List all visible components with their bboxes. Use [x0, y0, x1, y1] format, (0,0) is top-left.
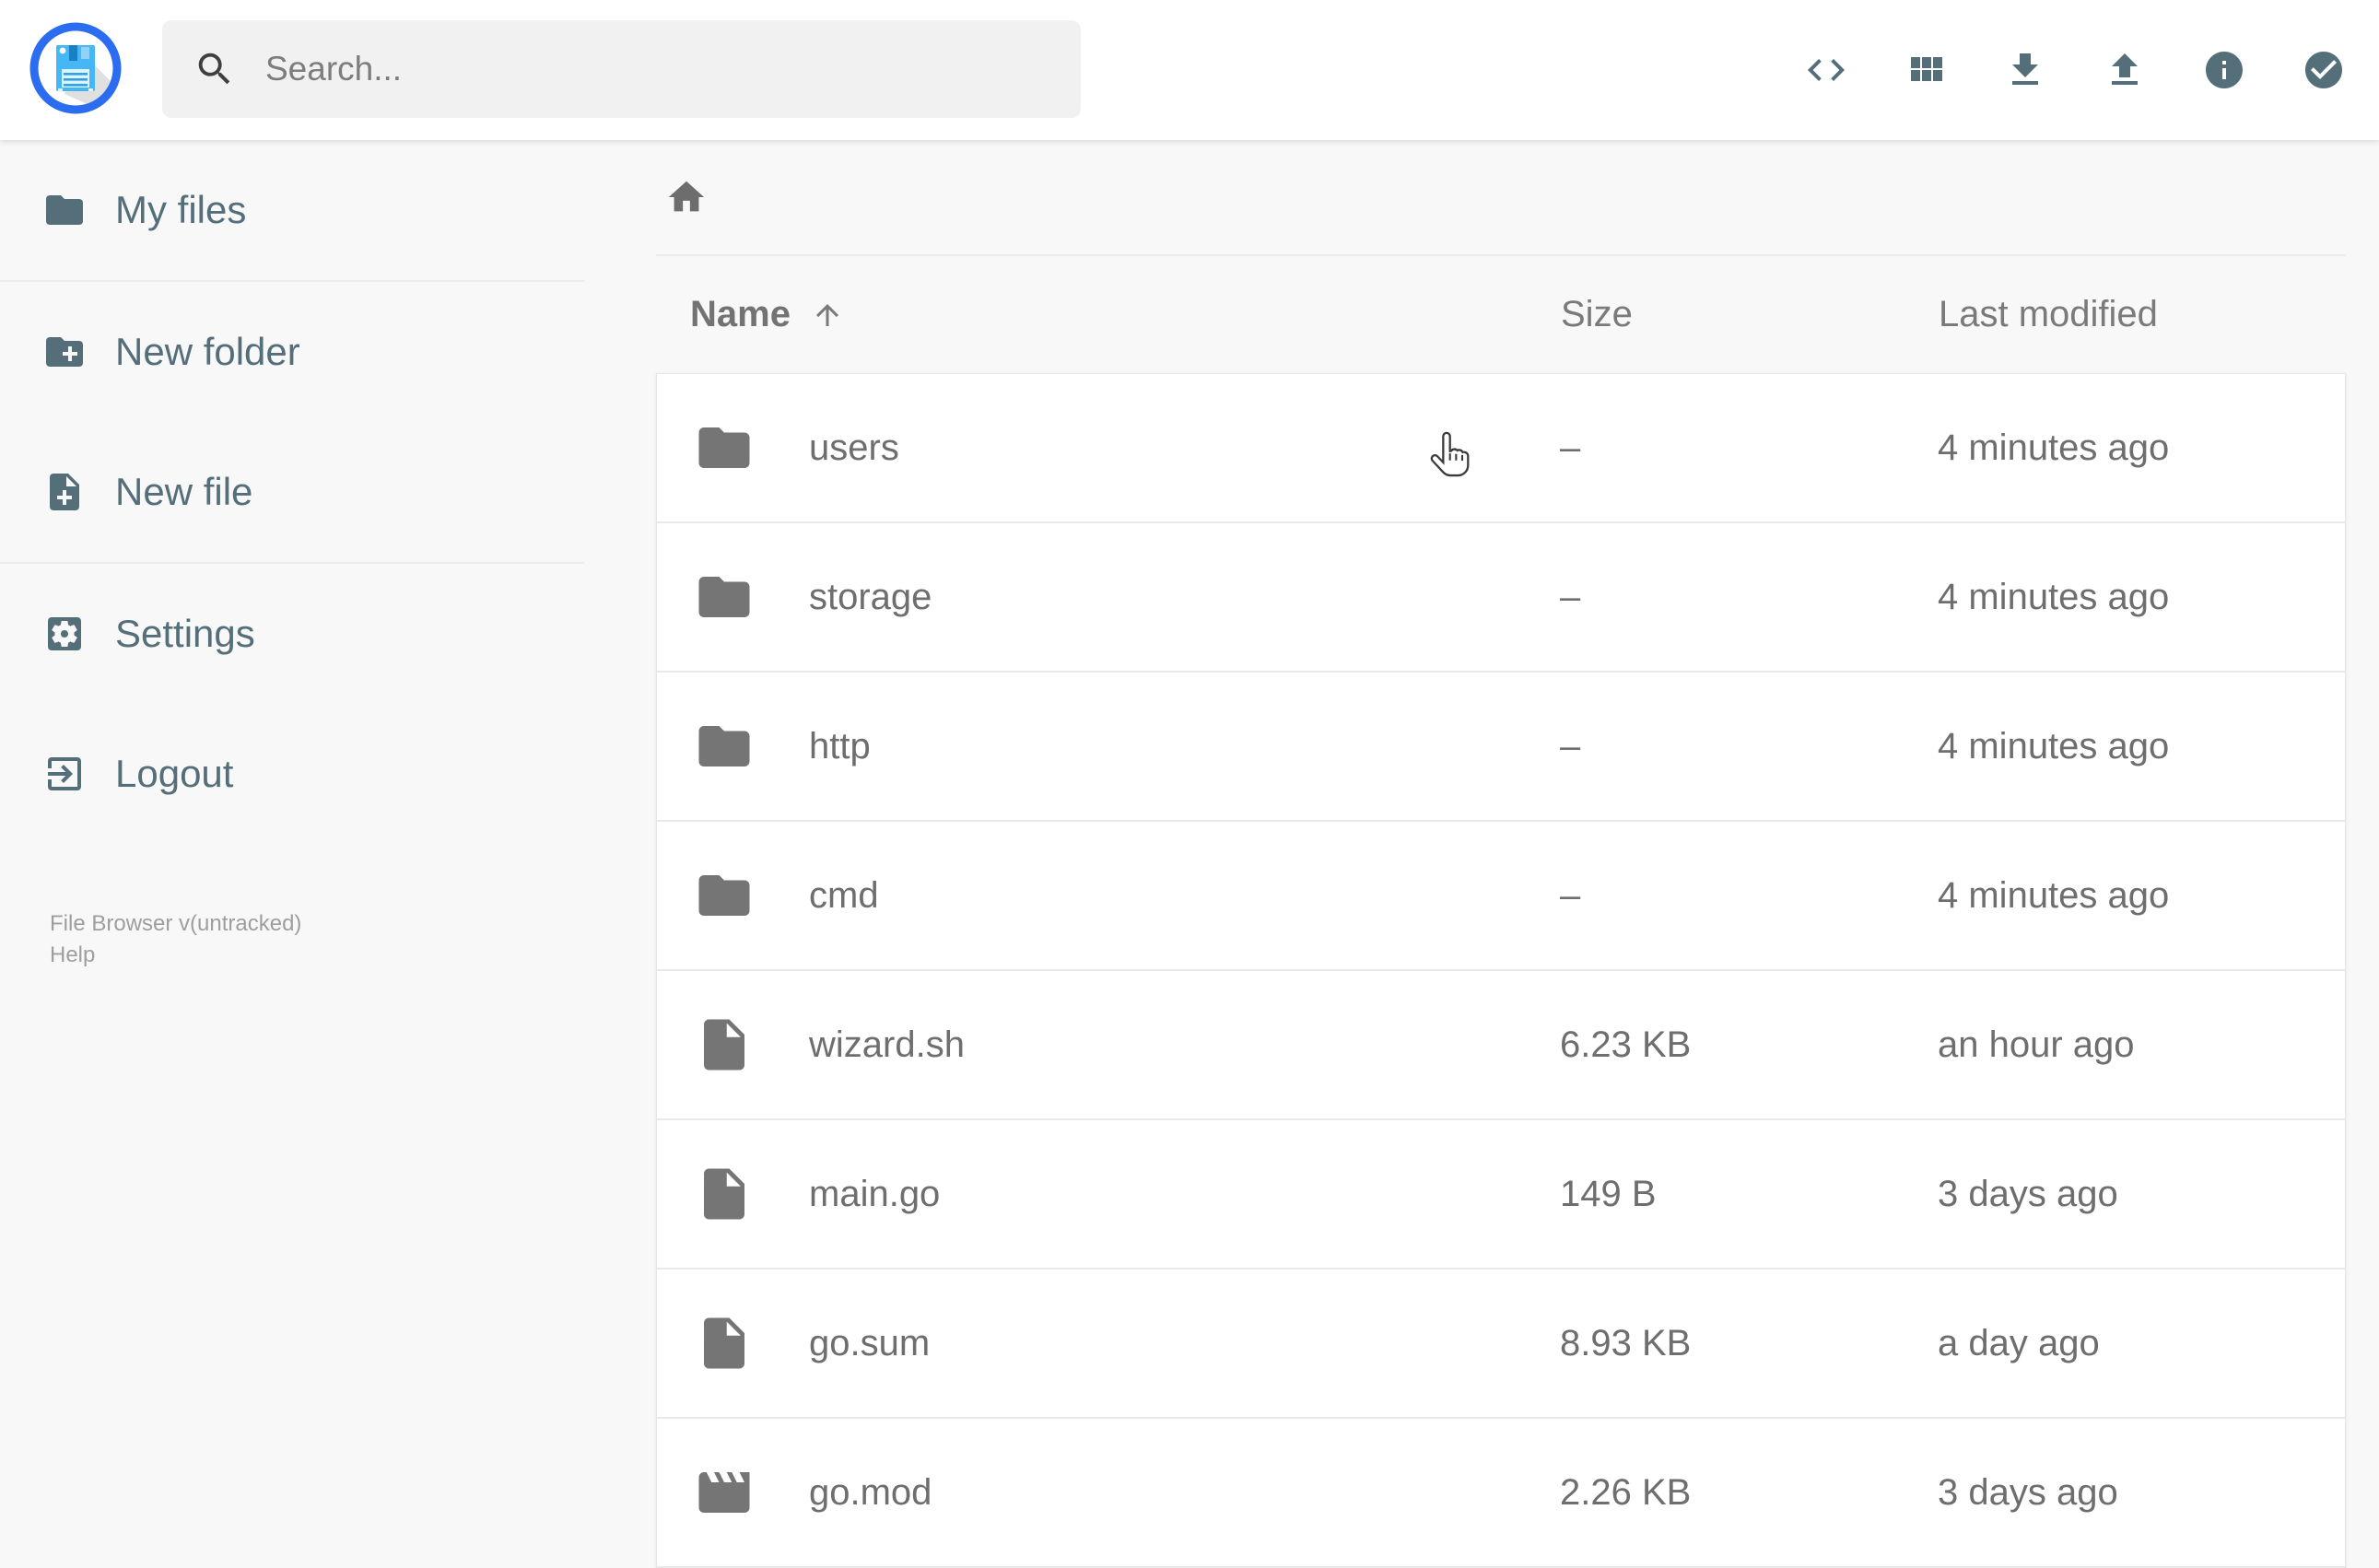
- file-name: http: [809, 725, 871, 766]
- search-icon: [198, 53, 230, 85]
- search-box[interactable]: [162, 20, 1081, 118]
- sidebar-item-label: My files: [115, 188, 247, 231]
- check-circle-icon[interactable]: [2302, 48, 2346, 92]
- file-name: cmd: [809, 874, 879, 916]
- folder-icon: [698, 577, 750, 617]
- file-modified: 4 minutes ago: [1938, 427, 2170, 468]
- file-name: storage: [809, 576, 932, 617]
- file-size: 6.23 KB: [1560, 1024, 1692, 1065]
- breadcrumb: [656, 140, 2346, 256]
- sidebar-item-new-file[interactable]: New file: [0, 422, 584, 562]
- file-browser-logo[interactable]: [28, 20, 123, 116]
- download-icon[interactable]: [2003, 48, 2047, 92]
- column-header-modified[interactable]: Last modified: [1939, 294, 2158, 334]
- file-name: wizard.sh: [809, 1024, 965, 1065]
- home-icon[interactable]: [665, 176, 708, 218]
- file-modified: a day ago: [1938, 1322, 2100, 1363]
- sidebar: My files New folder New file Settings Lo…: [0, 140, 584, 1529]
- folder-row-http[interactable]: http – 4 minutes ago: [657, 673, 2345, 822]
- file-size: –: [1560, 427, 1581, 468]
- file-name: main.go: [809, 1173, 941, 1214]
- file-icon: [704, 1317, 744, 1369]
- file-size: 2.26 KB: [1560, 1471, 1692, 1513]
- folder-icon: [698, 726, 750, 766]
- help-link[interactable]: Help: [50, 940, 584, 971]
- folder-icon: [698, 875, 750, 916]
- file-size: –: [1560, 874, 1581, 916]
- settings-icon: [48, 617, 81, 650]
- folder-row-users[interactable]: users – 4 minutes ago: [657, 374, 2345, 523]
- sort-ascending-icon[interactable]: [811, 298, 844, 332]
- file-size: 149 B: [1560, 1173, 1657, 1214]
- top-bar: [0, 0, 2379, 140]
- sidebar-item-new-folder[interactable]: New folder: [0, 282, 584, 422]
- list-header: Name Size Last modified: [656, 256, 2346, 373]
- sidebar-item-label: New file: [115, 470, 253, 513]
- file-row-wizard.sh[interactable]: wizard.sh 6.23 KB an hour ago: [657, 971, 2345, 1120]
- column-header-size[interactable]: Size: [1561, 294, 1633, 334]
- app-version: File Browser v(untracked): [50, 911, 302, 936]
- folder-row-storage[interactable]: storage – 4 minutes ago: [657, 523, 2345, 673]
- file-size: –: [1560, 725, 1581, 766]
- file-modified: 4 minutes ago: [1938, 874, 2170, 916]
- create-new-folder-icon: [46, 337, 83, 367]
- file-list: users – 4 minutes ago storage – 4 minutes ago…: [656, 373, 2346, 1568]
- file-size: 8.93 KB: [1560, 1322, 1692, 1363]
- file-row-go.mod[interactable]: go.mod 2.26 KB 3 days ago: [657, 1419, 2345, 1568]
- file-modified: 3 days ago: [1938, 1471, 2118, 1513]
- file-name: go.sum: [809, 1322, 931, 1363]
- sidebar-item-settings[interactable]: Settings: [0, 564, 584, 704]
- file-icon: [704, 1168, 744, 1220]
- file-modified: 4 minutes ago: [1938, 576, 2170, 617]
- file-row-main.go[interactable]: main.go 149 B 3 days ago: [657, 1120, 2345, 1270]
- code-icon[interactable]: [1804, 48, 1848, 92]
- sidebar-footer: File Browser v(untracked) Help: [0, 908, 584, 971]
- note-add-icon: [50, 474, 79, 510]
- file-modified: an hour ago: [1938, 1024, 2135, 1065]
- file-name: users: [809, 427, 899, 468]
- sidebar-item-my-files[interactable]: My files: [0, 140, 584, 280]
- file-row-go.sum[interactable]: go.sum 8.93 KB a day ago: [657, 1270, 2345, 1419]
- sidebar-item-logout[interactable]: Logout: [0, 704, 584, 844]
- column-header-name[interactable]: Name: [690, 294, 791, 335]
- grid-view-icon[interactable]: [1904, 48, 1948, 92]
- folder-icon: [46, 195, 83, 225]
- info-icon[interactable]: [2202, 48, 2246, 92]
- folder-row-cmd[interactable]: cmd – 4 minutes ago: [657, 822, 2345, 971]
- movie-icon: [698, 1472, 750, 1513]
- sidebar-item-label: New folder: [115, 330, 300, 373]
- file-modified: 3 days ago: [1938, 1173, 2118, 1214]
- upload-icon[interactable]: [2103, 48, 2147, 92]
- sidebar-item-label: Logout: [115, 752, 234, 795]
- folder-icon: [698, 427, 750, 468]
- toolbar-actions: [1804, 0, 2346, 140]
- main-content: Name Size Last modified users – 4 minutes …: [584, 140, 2379, 1568]
- file-icon: [704, 1019, 744, 1071]
- file-modified: 4 minutes ago: [1938, 725, 2170, 766]
- logout-icon: [48, 757, 81, 790]
- search-input[interactable]: [264, 49, 1004, 89]
- file-size: –: [1560, 576, 1581, 617]
- file-name: go.mod: [809, 1471, 932, 1513]
- sidebar-item-label: Settings: [115, 612, 255, 655]
